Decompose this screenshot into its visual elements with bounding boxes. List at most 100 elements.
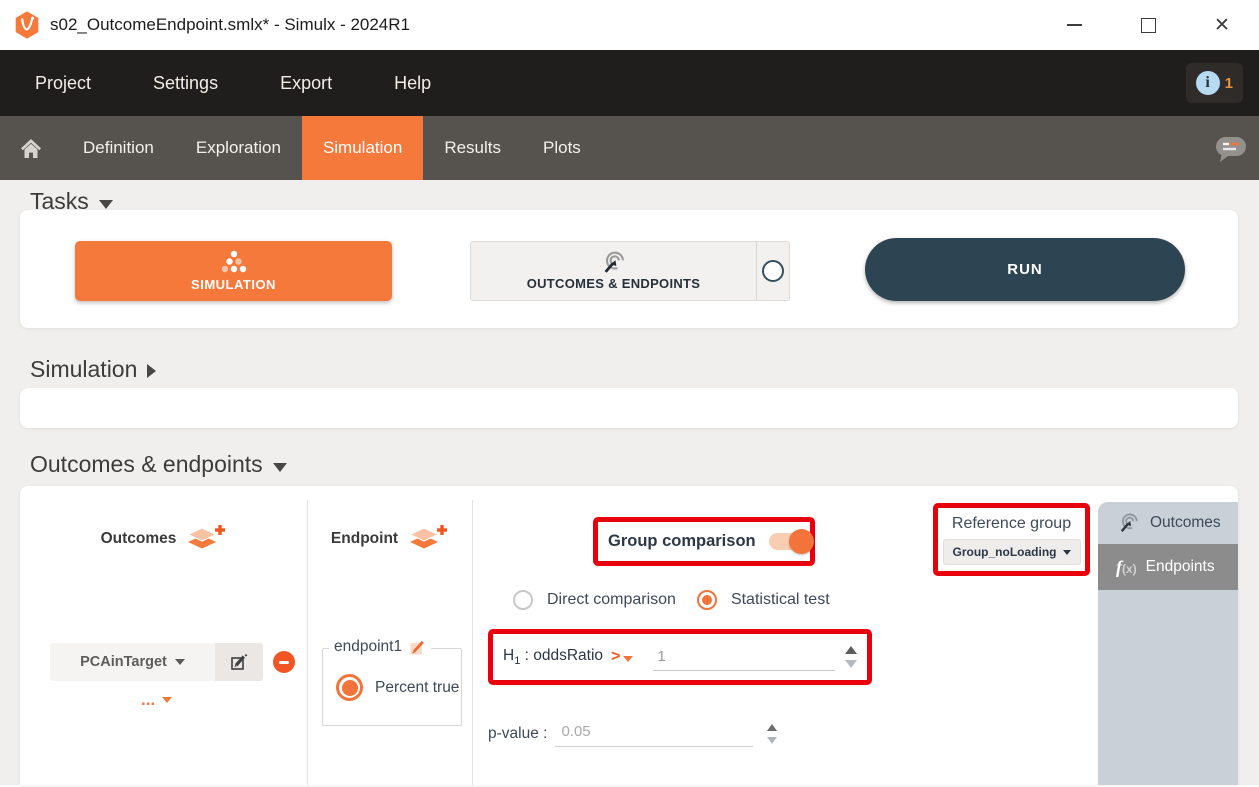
rename-endpoint-icon[interactable] xyxy=(409,639,426,656)
run-button-label: RUN xyxy=(1007,261,1043,278)
chevron-down-icon xyxy=(175,659,185,665)
outcomes-endpoints-task-label: OUTCOMES & ENDPOINTS xyxy=(527,276,701,291)
decrement-button[interactable] xyxy=(845,660,857,668)
outcomes-endpoints-task-main[interactable]: OUTCOMES & ENDPOINTS xyxy=(471,242,756,300)
hypothesis-row-highlight: H1 : oddsRatio > 1 xyxy=(488,629,872,685)
endpoint-type-radio[interactable] xyxy=(336,674,363,701)
home-button[interactable] xyxy=(0,116,62,180)
maximize-button[interactable] xyxy=(1111,0,1185,50)
group-comparison-label: Group comparison xyxy=(608,532,756,551)
chevron-down-icon xyxy=(1063,550,1071,555)
window-title: s02_OutcomeEndpoint.smlx* - Simulx - 202… xyxy=(50,15,410,35)
reference-group-highlight: Reference group Group_noLoading xyxy=(933,503,1090,576)
p-value-row: p-value : 0.05 xyxy=(488,720,777,747)
target-arrow-icon xyxy=(601,251,627,274)
minimize-icon xyxy=(1067,24,1082,26)
outcomes-column-header: Outcomes xyxy=(20,522,307,556)
hypothesis-operator-select[interactable]: > xyxy=(611,648,633,666)
menu-project[interactable]: Project xyxy=(35,73,91,94)
outcomes-endpoints-card: Outcomes PCAinTarget xyxy=(20,486,1238,785)
reference-group-value: Group_noLoading xyxy=(953,545,1057,559)
increment-button[interactable] xyxy=(767,724,777,731)
hypothesis-value-stepper xyxy=(845,646,857,668)
simulation-section-header[interactable]: Simulation xyxy=(30,356,156,383)
group-comparison-highlight: Group comparison xyxy=(593,517,815,566)
simulation-task-button[interactable]: SIMULATION xyxy=(75,241,392,301)
minus-icon xyxy=(279,661,289,664)
outcomes-endpoints-section-header[interactable]: Outcomes & endpoints xyxy=(30,451,287,478)
close-button[interactable]: ✕ xyxy=(1185,0,1259,50)
edit-icon xyxy=(229,652,249,672)
side-tab-endpoints[interactable]: f(x) Endpoints xyxy=(1098,544,1238,590)
main-tab-bar: Definition Exploration Simulation Result… xyxy=(0,116,1259,180)
group-comparison-toggle[interactable] xyxy=(769,533,809,550)
window-controls: ✕ xyxy=(1037,0,1259,50)
side-tab-outcomes[interactable]: Outcomes xyxy=(1098,502,1238,544)
edit-outcome-button[interactable] xyxy=(215,643,263,681)
endpoint-legend: endpoint1 xyxy=(329,638,431,656)
collapse-caret-icon xyxy=(99,200,113,209)
maximize-icon xyxy=(1141,18,1156,33)
more-outcomes-label: ... xyxy=(141,690,155,710)
title-bar: s02_OutcomeEndpoint.smlx* - Simulx - 202… xyxy=(0,0,1259,50)
add-endpoint-icon[interactable] xyxy=(408,524,448,555)
endpoint-type-option[interactable]: Percent true xyxy=(336,674,461,701)
task-status-icon xyxy=(762,260,784,282)
close-icon: ✕ xyxy=(1214,16,1230,35)
tasks-card: SIMULATION OUTCOMES & ENDPOINTS RUN xyxy=(20,210,1238,328)
tab-plots[interactable]: Plots xyxy=(522,116,602,180)
chevron-down-icon xyxy=(623,656,633,662)
tab-results[interactable]: Results xyxy=(423,116,522,180)
tab-exploration[interactable]: Exploration xyxy=(175,116,302,180)
tab-simulation[interactable]: Simulation xyxy=(302,116,423,180)
direct-comparison-radio[interactable] xyxy=(513,590,533,610)
endpoint-group: endpoint1 Percent true xyxy=(322,648,462,726)
run-button[interactable]: RUN xyxy=(865,238,1185,301)
hypothesis-operator: > xyxy=(611,648,620,666)
decrement-button[interactable] xyxy=(767,737,777,744)
outcome-select[interactable]: PCAinTarget xyxy=(50,643,215,681)
simulation-task-label: SIMULATION xyxy=(191,277,276,292)
hypothesis-value-input[interactable]: 1 xyxy=(653,644,835,671)
target-arrow-icon xyxy=(1118,513,1140,533)
side-panel: Outcomes f(x) Endpoints xyxy=(1098,502,1238,785)
reference-group-label: Reference group xyxy=(952,515,1071,533)
outcomes-column-title: Outcomes xyxy=(101,530,177,548)
hypothesis-label: H1 : oddsRatio xyxy=(503,647,603,667)
notification-count: 1 xyxy=(1225,75,1233,92)
outcomes-endpoints-task-button[interactable]: OUTCOMES & ENDPOINTS xyxy=(470,241,790,301)
menu-settings[interactable]: Settings xyxy=(153,73,218,94)
tab-definition[interactable]: Definition xyxy=(62,116,175,180)
simulation-dots-icon xyxy=(218,250,250,274)
minimize-button[interactable] xyxy=(1037,0,1111,50)
column-divider xyxy=(472,500,473,785)
reference-group-select[interactable]: Group_noLoading xyxy=(943,539,1081,565)
more-outcomes-button[interactable]: ... xyxy=(141,690,172,710)
collapse-caret-icon xyxy=(273,463,287,472)
comparison-mode-options: Direct comparison Statistical test xyxy=(513,590,830,610)
simulation-card xyxy=(20,388,1238,428)
app-icon xyxy=(14,11,40,39)
p-value-input[interactable]: 0.05 xyxy=(555,720,753,747)
increment-button[interactable] xyxy=(845,646,857,654)
endpoint-name: endpoint1 xyxy=(334,638,402,656)
statistical-test-radio[interactable] xyxy=(697,590,717,610)
side-tab-outcomes-label: Outcomes xyxy=(1150,514,1221,532)
task-status-cell[interactable] xyxy=(757,242,789,300)
menu-help[interactable]: Help xyxy=(394,73,431,94)
feedback-button[interactable] xyxy=(1213,116,1249,180)
expand-caret-icon xyxy=(147,364,156,378)
fx-icon: f(x) xyxy=(1116,557,1137,578)
info-icon: i xyxy=(1196,71,1220,95)
menu-export[interactable]: Export xyxy=(280,73,332,94)
outcome-select-value: PCAinTarget xyxy=(80,654,167,670)
main-content: Tasks SIMULATION OUTCOM xyxy=(0,180,1259,785)
p-value-label: p-value : xyxy=(488,725,547,743)
outcome-row: PCAinTarget xyxy=(50,643,295,681)
notifications-badge[interactable]: i 1 xyxy=(1186,63,1243,103)
direct-comparison-label: Direct comparison xyxy=(547,591,676,609)
add-outcome-icon[interactable] xyxy=(186,524,226,555)
chevron-down-icon xyxy=(162,697,172,703)
endpoint-type-label: Percent true xyxy=(375,679,459,697)
remove-outcome-button[interactable] xyxy=(273,651,295,673)
